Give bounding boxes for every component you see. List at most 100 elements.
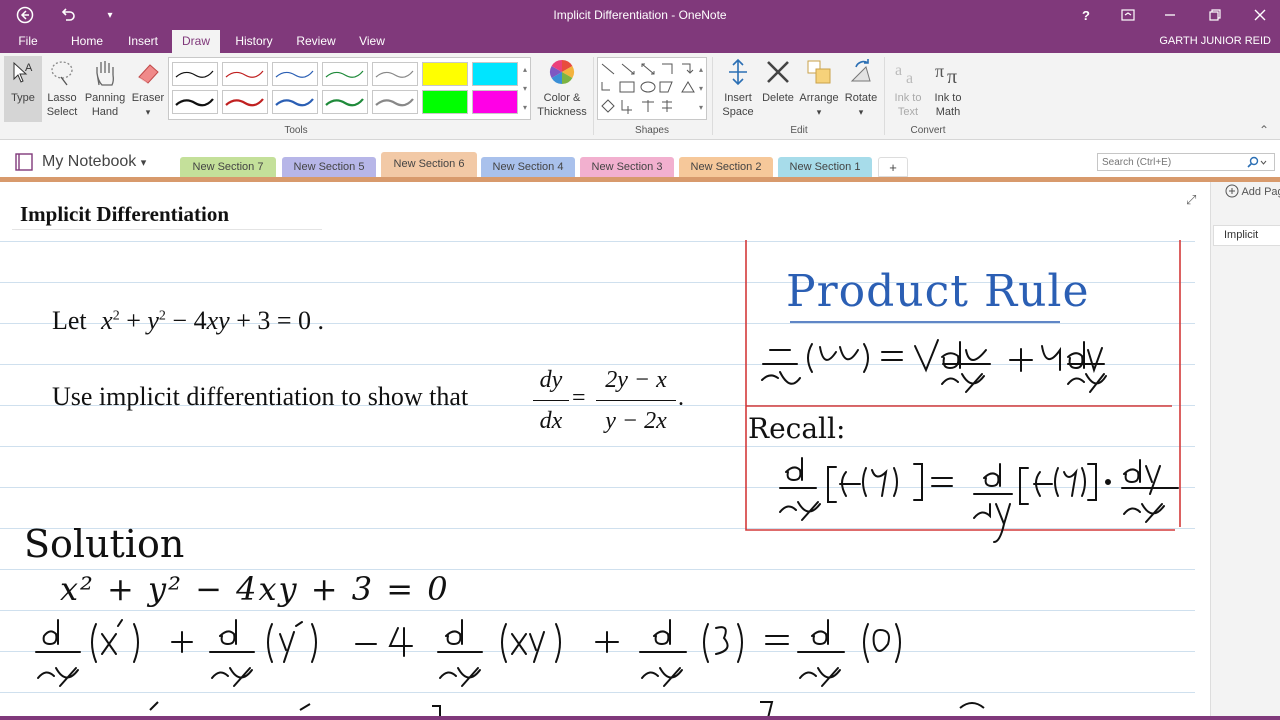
add-page-icon	[1225, 184, 1239, 198]
add-page-button[interactable]: Add Page	[1225, 184, 1280, 198]
ribbon-display-icon[interactable]	[1116, 0, 1140, 30]
pen-red-thick[interactable]	[222, 90, 268, 114]
section-tab-2[interactable]: New Section 2	[679, 157, 773, 177]
page-tab-implicit[interactable]: Implicit	[1213, 225, 1280, 246]
delete-label: Delete	[762, 92, 794, 104]
arrange-dropdown-icon[interactable]: ▾	[817, 107, 822, 117]
hand-icon	[96, 61, 114, 86]
rotate-dropdown-icon[interactable]: ▾	[859, 107, 864, 117]
ink-solution-heading[interactable]: Solution	[24, 522, 184, 566]
group-separator	[712, 57, 713, 135]
pen-red-thin[interactable]	[222, 62, 268, 86]
section-tab-5[interactable]: New Section 5	[282, 157, 376, 177]
add-section-button[interactable]: +	[878, 157, 908, 177]
panning-label-2: Hand	[91, 106, 119, 118]
eraser-button[interactable]: Eraser ▾	[128, 57, 168, 119]
delete-button[interactable]: Delete	[760, 57, 796, 105]
lasso-icon	[51, 61, 73, 86]
ink-product-rule-heading[interactable]: Product Rule	[786, 266, 1090, 317]
search-icon[interactable]	[1246, 156, 1268, 168]
highlighter-yellow[interactable]	[422, 62, 468, 86]
shapes-icons	[601, 63, 695, 114]
ink-to-math-label-2: Math	[935, 106, 961, 118]
type-label: Type	[11, 92, 35, 104]
section-tab-6-active[interactable]: New Section 6	[381, 152, 477, 177]
tab-home[interactable]: Home	[64, 30, 110, 53]
ink-to-text-icon: aa	[895, 62, 913, 87]
tab-view[interactable]: View	[352, 30, 392, 53]
tab-insert[interactable]: Insert	[120, 30, 166, 53]
tab-file[interactable]: File	[8, 30, 48, 53]
section-tab-1[interactable]: New Section 1	[778, 157, 872, 177]
pen-gray-thin[interactable]	[372, 62, 418, 86]
page-canvas[interactable]: Implicit Differentiation ⤢ Let x2 + y2 −…	[0, 182, 1210, 720]
ribbon-tabs: File Home Insert Draw History Review Vie…	[0, 30, 1280, 53]
group-label-convert: Convert	[910, 125, 946, 136]
ink-derivative-line	[35, 619, 901, 687]
minimize-icon[interactable]	[1158, 0, 1182, 30]
highlighter-magenta[interactable]	[472, 90, 518, 114]
pen-green-thin[interactable]	[322, 62, 368, 86]
color-label-1: Color &	[543, 92, 581, 104]
ribbon-draw: A Type Lasso Select Panning Hand Eraser …	[0, 53, 1280, 140]
color-wheel-icon	[549, 59, 575, 84]
group-label-tools: Tools	[284, 125, 308, 136]
collapse-ribbon-icon[interactable]: ⌃	[1259, 123, 1269, 137]
rotate-icon	[850, 59, 871, 82]
lasso-label-2: Select	[46, 106, 78, 118]
notebook-navigation: My Notebook ▾ New Section 7 New Section …	[0, 140, 1280, 177]
user-name[interactable]: GARTH JUNIOR REID	[1159, 30, 1271, 53]
pen-black-thin[interactable]	[172, 62, 218, 86]
color-label-2: Thickness	[537, 106, 587, 118]
onenote-window: ▾ Implicit Differentiation - OneNote ? F…	[0, 0, 1280, 720]
notebook-icon[interactable]	[14, 153, 34, 171]
svg-text:A: A	[25, 62, 33, 74]
highlighter-cyan[interactable]	[472, 62, 518, 86]
pen-blue-thin[interactable]	[272, 62, 318, 86]
type-button[interactable]: A Type	[4, 57, 42, 105]
panning-label-1: Panning	[84, 92, 126, 104]
panning-hand-button[interactable]: Panning Hand	[84, 57, 126, 119]
pen-blue-thick[interactable]	[272, 90, 318, 114]
ink-to-text-label-1: Ink to	[894, 92, 922, 104]
ink-solution-line-1[interactable]: x² + y² − 4xy + 3 = 0	[60, 570, 450, 608]
ink-to-text-label-2: Text	[897, 106, 919, 118]
eraser-dropdown-icon[interactable]: ▾	[146, 107, 151, 117]
insert-space-icon	[729, 58, 747, 86]
highlighter-green[interactable]	[422, 90, 468, 114]
arrange-button[interactable]: Arrange ▾	[797, 57, 841, 119]
lasso-select-button[interactable]: Lasso Select	[44, 57, 80, 119]
pen-gray-thick[interactable]	[372, 90, 418, 114]
shapes-gallery-scroll[interactable]: ▴ ▾ ▾	[695, 60, 707, 118]
notebook-name[interactable]: My Notebook ▾	[42, 153, 146, 171]
restore-icon[interactable]	[1203, 0, 1227, 30]
insert-space-button[interactable]: Insert Space	[716, 57, 760, 119]
arrange-icon	[807, 60, 831, 84]
ink-recall-label[interactable]: Recall:	[748, 412, 845, 445]
shapes-gallery[interactable]	[597, 57, 707, 120]
color-thickness-button[interactable]: Color & Thickness	[534, 57, 590, 119]
pen-green-thick[interactable]	[322, 90, 368, 114]
tab-draw[interactable]: Draw	[172, 30, 220, 53]
ink-to-math-icon: ππ	[935, 61, 957, 87]
section-tab-4[interactable]: New Section 4	[481, 157, 575, 177]
ink-to-math-button[interactable]: ππ Ink to Math	[928, 57, 968, 119]
page-list-panel: Add Page Implicit	[1210, 182, 1280, 720]
svg-text:π: π	[935, 61, 944, 81]
rotate-button[interactable]: Rotate ▾	[841, 57, 881, 119]
ink-to-text-button[interactable]: aa Ink to Text	[888, 57, 928, 119]
tab-review[interactable]: Review	[290, 30, 342, 53]
svg-text:a: a	[895, 62, 902, 79]
arrange-label: Arrange	[799, 92, 839, 104]
pens-gallery-scroll[interactable]: ▴ ▾ ▾	[519, 60, 531, 118]
group-separator	[884, 57, 885, 135]
eraser-icon	[138, 64, 159, 84]
section-tab-3[interactable]: New Section 3	[580, 157, 674, 177]
help-button[interactable]: ?	[1074, 0, 1098, 30]
tab-history[interactable]: History	[228, 30, 280, 53]
pen-black-thick[interactable]	[172, 90, 218, 114]
close-icon[interactable]	[1248, 0, 1272, 30]
section-tab-7[interactable]: New Section 7	[180, 157, 276, 177]
add-page-label: Add Page	[1241, 186, 1280, 198]
notebook-dropdown-icon[interactable]: ▾	[141, 157, 147, 169]
